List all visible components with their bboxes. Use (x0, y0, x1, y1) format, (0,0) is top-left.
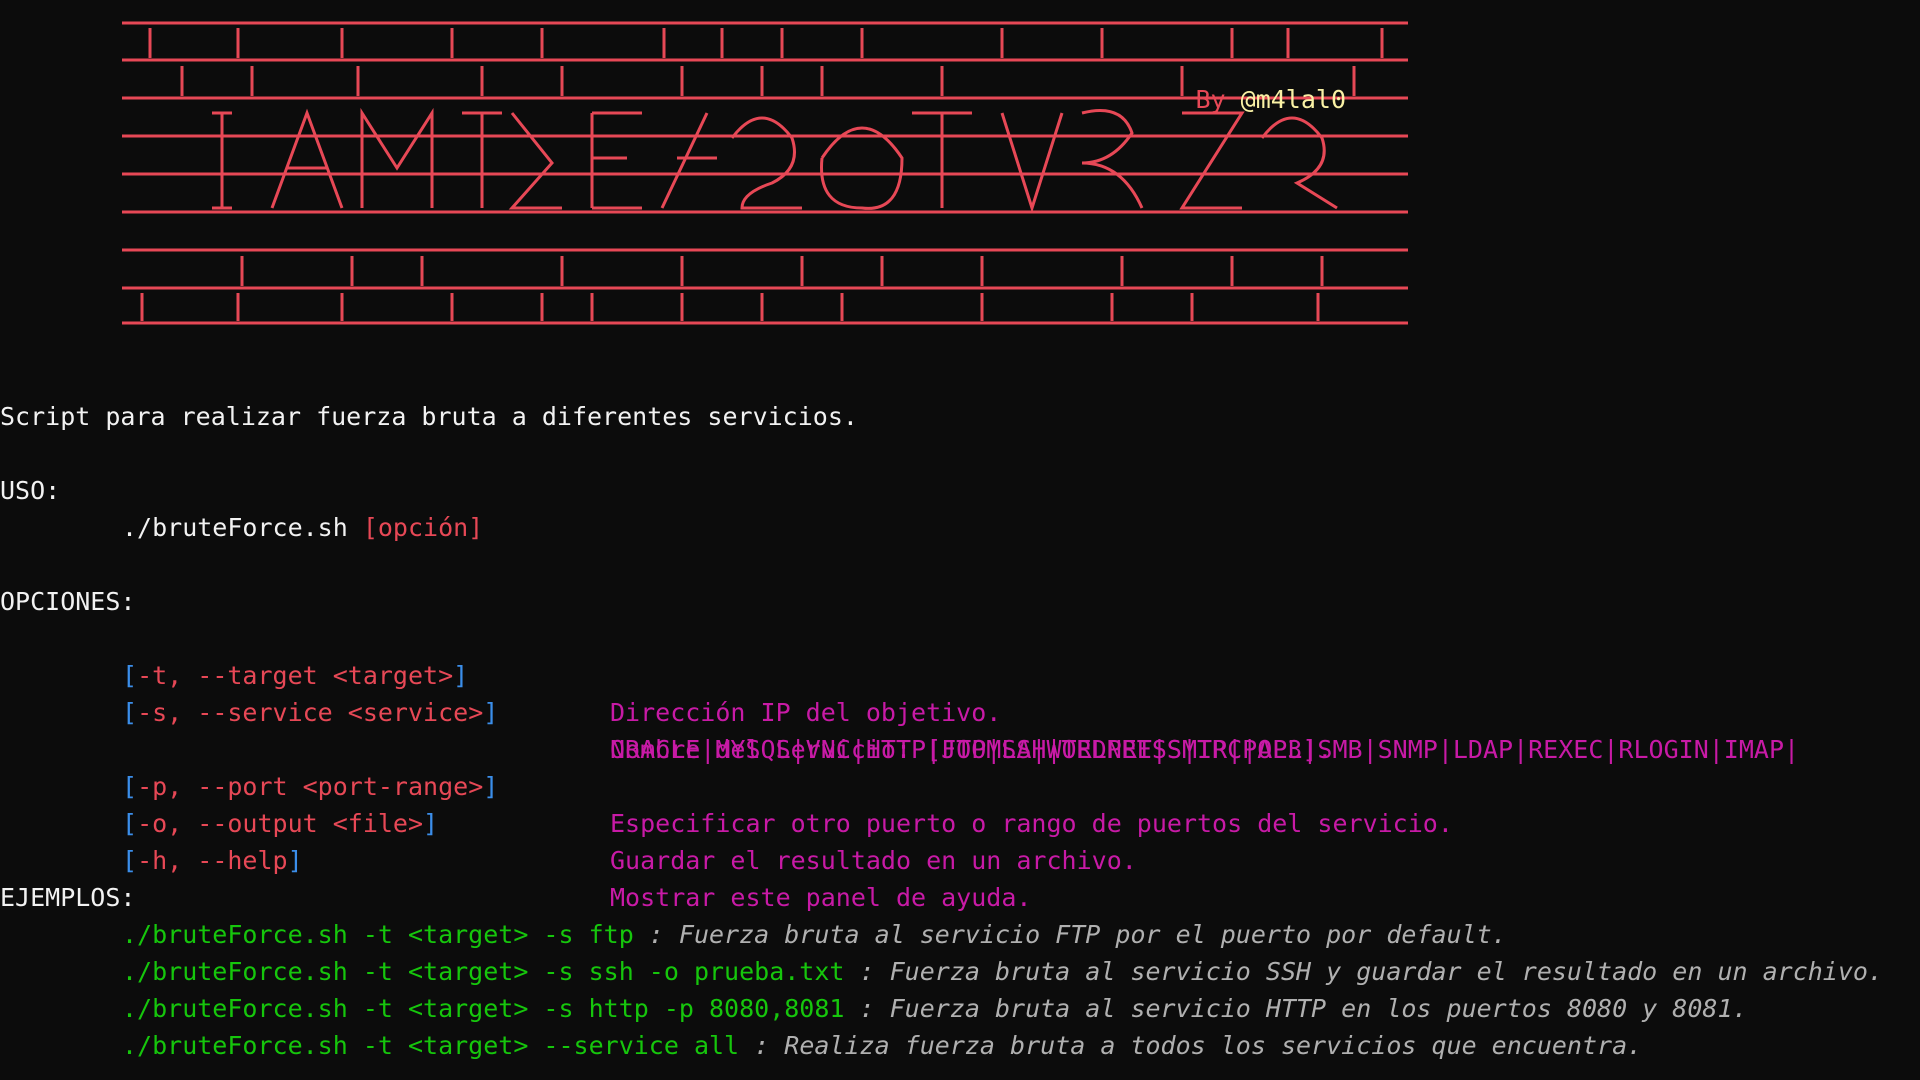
option-row: [-h, --help] Mostrar este panel de ayuda… (0, 805, 1900, 912)
option-desc: Mostrar este panel de ayuda. (610, 883, 1032, 912)
option-flag: [-h, --help] (122, 842, 303, 879)
terminal-window: By @m4lal0 Script para realizar fuerza b… (0, 0, 1920, 1080)
option-row: [-o, --output <file>] Guardar el resulta… (0, 768, 1900, 875)
example-command: ./bruteForce.sh -t <target> -s ssh -o pr… (122, 957, 845, 986)
option-row: [-t, --target <target>] Dirección IP del… (0, 620, 1920, 727)
ascii-art-graphic (122, 21, 1408, 325)
usage-argument: [opción] (362, 513, 484, 542)
example-command: ./bruteForce.sh -t <target> -s ftp (122, 920, 634, 949)
options-heading: OPCIONES: (0, 587, 136, 616)
example-row: ./bruteForce.sh -t <target> --service al… (0, 1027, 1642, 1064)
examples-heading: EJEMPLOS: (0, 883, 136, 912)
option-flag-text: [-h, --help] (122, 846, 303, 875)
example-command: ./bruteForce.sh -t <target> -s http -p 8… (122, 994, 845, 1023)
example-note: : Fuerza bruta al servicio HTTP en los p… (844, 994, 1748, 1023)
example-row: ./bruteForce.sh -t <target> -s ftp : Fue… (0, 916, 1507, 953)
option-row: [-p, --port <port-range>] Especificar ot… (0, 731, 1900, 838)
credit-prefix: By (1195, 85, 1241, 114)
option-desc: Guardar el resultado en un archivo. (610, 846, 1137, 875)
example-note: : Fuerza bruta al servicio FTP por el pu… (633, 920, 1507, 949)
example-row: ./bruteForce.sh -t <target> -s ssh -o pr… (0, 953, 1883, 990)
example-command: ./bruteForce.sh -t <target> --service al… (122, 1031, 740, 1060)
usage-line: ./bruteForce.sh [opción] (0, 509, 483, 546)
example-row: ./bruteForce.sh -t <target> -s http -p 8… (0, 990, 1748, 1027)
option-row: [-s, --service <service>] Nombre del Ser… (0, 657, 1920, 764)
description-line: Script para realizar fuerza bruta a dife… (0, 402, 858, 431)
example-note: : Realiza fuerza bruta a todos los servi… (739, 1031, 1643, 1060)
banner-credit: By @m4lal0 (1195, 84, 1346, 116)
ascii-art-banner: By @m4lal0 (122, 18, 1408, 328)
usage-heading: USO: (0, 476, 61, 505)
credit-handle: @m4lal0 (1240, 85, 1346, 114)
option-row-continuation: ORACLE|MYSQL|VNC|HTTP|JOOMLA|WORDPRESS|I… (0, 694, 1900, 764)
example-note: : Fuerza bruta al servicio SSH y guardar… (844, 957, 1884, 986)
usage-command: ./bruteForce.sh (122, 513, 363, 542)
